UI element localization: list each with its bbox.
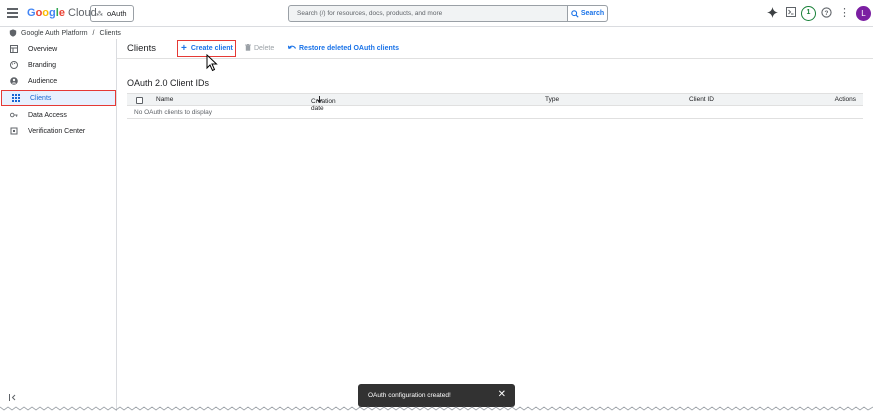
palette-icon bbox=[10, 61, 18, 69]
search-button-label: Search bbox=[580, 10, 605, 17]
project-label: oAuth bbox=[107, 9, 127, 18]
close-icon[interactable]: ✕ bbox=[498, 390, 506, 400]
sidebar-item-label: Clients bbox=[30, 94, 52, 102]
top-bar: Google Cloud ⁂ oAuth Search (/) for reso… bbox=[0, 0, 873, 27]
help-icon[interactable]: ? bbox=[820, 7, 833, 20]
snackbar-message: OAuth configuration created! bbox=[368, 392, 451, 399]
torn-edge bbox=[0, 406, 873, 411]
breadcrumb-separator: / bbox=[92, 29, 95, 37]
key-icon bbox=[10, 111, 18, 119]
select-all-checkbox[interactable] bbox=[136, 97, 143, 104]
sidebar-item-data-access[interactable]: Data Access bbox=[0, 107, 117, 123]
section-title: OAuth 2.0 Client IDs bbox=[127, 78, 210, 88]
restore-deleted-clients-button[interactable]: Restore deleted OAuth clients bbox=[287, 44, 399, 53]
search-input[interactable]: Search (/) for resources, docs, products… bbox=[297, 10, 442, 17]
svg-text:?: ? bbox=[825, 10, 829, 17]
project-picker-button[interactable]: ⁂ oAuth bbox=[90, 5, 134, 22]
snackbar: OAuth configuration created! ✕ bbox=[358, 384, 515, 407]
breadcrumb-item-auth-platform[interactable]: Google Auth Platform bbox=[21, 30, 88, 37]
project-switch-icon: ⁂ bbox=[96, 10, 103, 18]
search-box[interactable]: Search (/) for resources, docs, products… bbox=[288, 5, 608, 22]
column-actions: Actions bbox=[834, 96, 856, 103]
google-cloud-logo[interactable]: Google Cloud bbox=[27, 7, 97, 19]
verify-icon bbox=[10, 127, 18, 135]
delete-label: Delete bbox=[254, 45, 275, 52]
menu-icon[interactable] bbox=[7, 8, 18, 19]
empty-state-row: No OAuth clients to display bbox=[127, 106, 863, 119]
sidebar-item-verification-center[interactable]: Verification Center bbox=[0, 123, 117, 139]
sidebar-item-label: Data Access bbox=[28, 111, 67, 119]
sidebar-item-audience[interactable]: Audience bbox=[0, 73, 117, 89]
grid-icon bbox=[12, 94, 20, 102]
sidebar-item-label: Branding bbox=[28, 61, 57, 69]
people-icon bbox=[10, 77, 18, 85]
page-title: Clients bbox=[127, 43, 157, 54]
column-type[interactable]: Type bbox=[545, 96, 559, 103]
table-header: Name Creation date Type Client ID Action… bbox=[127, 93, 863, 112]
dashboard-icon bbox=[10, 45, 18, 53]
add-icon: + bbox=[181, 42, 187, 54]
sidebar-item-overview[interactable]: Overview bbox=[0, 41, 117, 57]
gemini-icon[interactable] bbox=[766, 7, 779, 20]
sidebar-item-label: Verification Center bbox=[28, 127, 86, 135]
column-client-id[interactable]: Client ID bbox=[689, 96, 714, 103]
sidebar-item-clients[interactable]: Clients bbox=[1, 90, 116, 106]
logo-google: Google bbox=[27, 7, 65, 19]
more-vert-icon[interactable]: ⋮ bbox=[838, 7, 851, 20]
column-creation-date-label: Creation date bbox=[311, 98, 336, 112]
sidebar: Overview Branding Audience Clients Data … bbox=[0, 39, 117, 411]
restore-label: Restore deleted OAuth clients bbox=[299, 45, 399, 52]
search-icon bbox=[571, 9, 579, 18]
column-creation-date[interactable]: Creation date bbox=[311, 96, 336, 112]
avatar[interactable]: L bbox=[856, 6, 871, 21]
clients-table: Name Creation date Type Client ID Action… bbox=[127, 93, 863, 119]
sidebar-item-label: Overview bbox=[28, 45, 58, 53]
sidebar-item-label: Audience bbox=[28, 77, 58, 85]
delete-button[interactable]: Delete bbox=[245, 44, 274, 53]
notification-badge[interactable]: 1 bbox=[801, 6, 816, 21]
breadcrumb: Google Auth Platform / Clients bbox=[0, 27, 873, 39]
collapse-icon[interactable] bbox=[9, 394, 17, 403]
shield-icon bbox=[9, 29, 17, 37]
page-toolbar: Clients + Create client Delete Restore d… bbox=[117, 39, 873, 59]
mouse-cursor-icon bbox=[206, 54, 218, 72]
trash-icon bbox=[245, 44, 251, 53]
undo-icon bbox=[287, 44, 297, 53]
cloud-shell-icon[interactable] bbox=[784, 7, 797, 20]
empty-message: No OAuth clients to display bbox=[134, 108, 213, 116]
sidebar-item-branding[interactable]: Branding bbox=[0, 57, 117, 73]
column-name[interactable]: Name bbox=[156, 96, 173, 103]
breadcrumb-item-clients: Clients bbox=[99, 29, 121, 37]
create-client-label: Create client bbox=[190, 45, 233, 52]
search-button[interactable]: Search bbox=[567, 6, 607, 21]
